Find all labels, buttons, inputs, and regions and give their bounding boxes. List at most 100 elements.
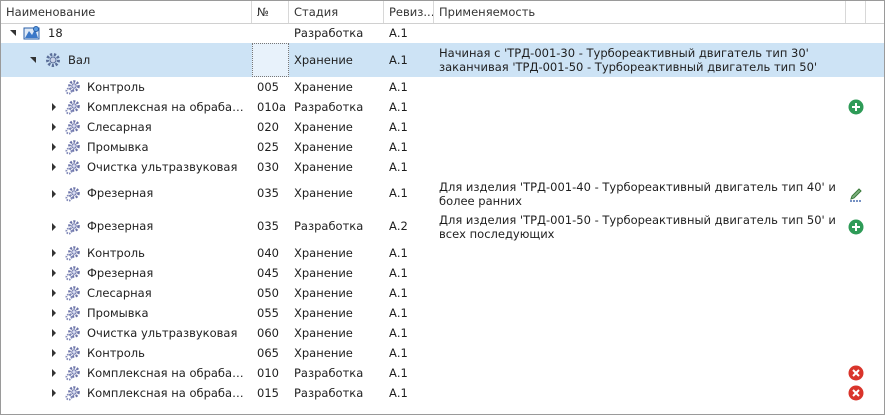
column-header-number[interactable]: № bbox=[252, 1, 289, 23]
operation-gear-icon bbox=[65, 306, 80, 321]
operation-gear-icon bbox=[65, 186, 80, 201]
operation-name: Слесарная bbox=[87, 120, 152, 134]
root-stage: Разработка bbox=[294, 26, 364, 40]
operation-row[interactable]: Фрезерная 035 Разработка А.2 Для изделия 'ТР… bbox=[1, 210, 884, 243]
operation-row[interactable]: Очистка ультразвуковая 030 Хранение А.1 bbox=[1, 157, 884, 177]
operation-stage: Хранение bbox=[294, 120, 353, 134]
operation-gear-icon bbox=[65, 386, 80, 401]
expand-arrow-icon[interactable] bbox=[52, 222, 56, 231]
expand-arrow-icon[interactable] bbox=[52, 349, 56, 357]
operation-gear-icon bbox=[65, 246, 80, 261]
tree-row-part[interactable]: Вал Хранение А.1 Начиная с 'ТРД-001-30 -… bbox=[1, 43, 884, 77]
column-header-actions bbox=[846, 1, 866, 23]
operation-gear-icon bbox=[65, 160, 80, 175]
operation-stage: Хранение bbox=[294, 246, 353, 260]
operation-number: 010 bbox=[257, 366, 279, 380]
expand-arrow-icon[interactable] bbox=[52, 289, 56, 297]
operation-stage: Хранение bbox=[294, 186, 353, 200]
operation-row[interactable]: Очистка ультразвуковая 060 Хранение А.1 bbox=[1, 323, 884, 343]
column-header-revision[interactable]: Ревиз... bbox=[384, 1, 434, 23]
part-number-cell-editing[interactable] bbox=[252, 43, 289, 77]
operation-number: 035 bbox=[257, 219, 279, 233]
operation-row[interactable]: Комплексная на обрабаты... 010 Разработка А… bbox=[1, 363, 884, 383]
operation-stage: Разработка bbox=[294, 386, 364, 400]
operation-revision: А.1 bbox=[389, 246, 408, 260]
operation-stage: Хранение bbox=[294, 286, 353, 300]
column-header-name[interactable]: Наименование bbox=[1, 1, 252, 23]
operation-applicability: Для изделия 'ТРД-001-50 - Турбореактивны… bbox=[439, 213, 836, 241]
column-header-stage[interactable]: Стадия bbox=[289, 1, 384, 23]
operation-number: 055 bbox=[257, 306, 279, 320]
expand-arrow-icon[interactable] bbox=[52, 163, 56, 171]
tree-row-root[interactable]: 18 Разработка А.1 bbox=[1, 24, 884, 43]
add-icon[interactable] bbox=[848, 99, 864, 115]
operation-row[interactable]: Контроль 040 Хранение А.1 bbox=[1, 243, 884, 263]
expand-arrow-icon[interactable] bbox=[52, 329, 56, 337]
expand-arrow-icon[interactable] bbox=[52, 189, 56, 198]
expand-arrow-icon[interactable] bbox=[52, 123, 56, 131]
part-revision: А.1 bbox=[389, 53, 408, 67]
operation-name: Очистка ультразвуковая bbox=[87, 326, 238, 340]
operation-gear-icon bbox=[65, 286, 80, 301]
operation-row[interactable]: Слесарная 020 Хранение А.1 bbox=[1, 117, 884, 137]
operation-row[interactable]: Комплексная на обрабаты... 010а Разработка… bbox=[1, 97, 884, 117]
add-icon[interactable] bbox=[848, 219, 864, 235]
operation-name: Контроль bbox=[87, 80, 145, 94]
operation-row[interactable]: Контроль 005 Хранение А.1 bbox=[1, 77, 884, 97]
edit-icon[interactable] bbox=[848, 186, 864, 202]
collapse-arrow-icon[interactable] bbox=[30, 57, 36, 63]
operation-row[interactable]: Промывка 055 Хранение А.1 bbox=[1, 303, 884, 323]
operation-number: 010а bbox=[257, 100, 286, 114]
expand-arrow-icon[interactable] bbox=[52, 143, 56, 151]
operation-revision: А.1 bbox=[389, 186, 408, 200]
expand-arrow-icon[interactable] bbox=[52, 103, 56, 111]
expand-arrow-icon[interactable] bbox=[52, 389, 56, 397]
operation-row[interactable]: Промывка 025 Хранение А.1 bbox=[1, 137, 884, 157]
part-stage: Хранение bbox=[294, 53, 353, 67]
operation-revision: А.1 bbox=[389, 366, 408, 380]
expand-arrow-icon[interactable] bbox=[52, 309, 56, 317]
expand-arrow-icon[interactable] bbox=[52, 249, 56, 257]
operation-revision: А.1 bbox=[389, 100, 408, 114]
operation-stage: Хранение bbox=[294, 160, 353, 174]
operation-row[interactable]: Комплексная на обрабаты... 015 Разработка А… bbox=[1, 383, 884, 403]
operation-stage: Хранение bbox=[294, 326, 353, 340]
operation-name: Комплексная на обрабаты... bbox=[87, 100, 250, 114]
remove-icon[interactable] bbox=[848, 365, 864, 381]
operation-stage: Хранение bbox=[294, 140, 353, 154]
operation-number: 050 bbox=[257, 286, 279, 300]
operation-gear-icon bbox=[65, 219, 80, 234]
root-name: 18 bbox=[48, 26, 63, 40]
expand-arrow-icon[interactable] bbox=[52, 269, 56, 277]
operation-name: Промывка bbox=[87, 140, 149, 154]
operation-revision: А.1 bbox=[389, 386, 408, 400]
operation-row[interactable]: Слесарная 050 Хранение А.1 bbox=[1, 283, 884, 303]
operation-revision: А.1 bbox=[389, 266, 408, 280]
operation-gear-icon bbox=[65, 366, 80, 381]
expand-arrow-icon[interactable] bbox=[52, 369, 56, 377]
root-revision: А.1 bbox=[389, 26, 408, 40]
operation-row[interactable]: Контроль 065 Хранение А.1 bbox=[1, 343, 884, 363]
operation-revision: А.1 bbox=[389, 160, 408, 174]
operation-row[interactable]: Фрезерная 035 Хранение А.1 Для изделия 'ТРД-… bbox=[1, 177, 884, 210]
operation-revision: А.1 bbox=[389, 120, 408, 134]
operation-name: Промывка bbox=[87, 306, 149, 320]
operation-row[interactable]: Фрезерная 045 Хранение А.1 bbox=[1, 263, 884, 283]
grid-header: Наименование № Стадия Ревиз... Применяем… bbox=[1, 1, 884, 24]
operation-gear-icon bbox=[65, 80, 80, 95]
operation-gear-icon bbox=[65, 100, 80, 115]
assembly-icon bbox=[23, 26, 40, 40]
operation-number: 035 bbox=[257, 186, 279, 200]
operation-stage: Разработка bbox=[294, 366, 364, 380]
operation-name: Комплексная на обрабаты... bbox=[87, 386, 250, 400]
operation-revision: А.1 bbox=[389, 326, 408, 340]
remove-icon[interactable] bbox=[848, 385, 864, 401]
operation-gear-icon bbox=[65, 346, 80, 361]
operation-number: 020 bbox=[257, 120, 279, 134]
operation-name: Фрезерная bbox=[87, 266, 154, 280]
collapse-arrow-icon[interactable] bbox=[10, 30, 16, 36]
operation-revision: А.1 bbox=[389, 286, 408, 300]
column-header-applicability[interactable]: Применяемость bbox=[434, 1, 846, 23]
operation-number: 005 bbox=[257, 80, 279, 94]
operation-name: Фрезерная bbox=[87, 186, 154, 200]
